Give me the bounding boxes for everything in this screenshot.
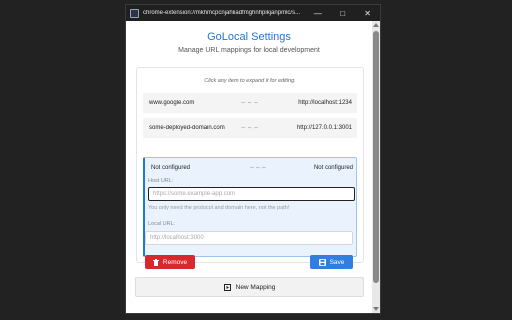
minimize-button[interactable]: — — [305, 5, 330, 21]
floppy-disk-icon — [318, 258, 326, 266]
mapping-local: http://127.0.0.1:3001 — [296, 125, 352, 131]
editor-header[interactable]: Not configured ⇔⇔⇔ Not configured — [151, 165, 353, 171]
settings-content: GoLocal Settings Manage URL mappings for… — [126, 21, 372, 313]
mapping-host: www.google.com — [149, 100, 195, 106]
local-url-input[interactable]: http://localhost:3000 — [145, 231, 353, 245]
mapping-item[interactable]: www.google.com ⇔⇔⇔ http://localhost:1234 — [143, 93, 357, 113]
popup-window: chrome-extension://mkhmcpcnjahliadfmghnh… — [125, 4, 381, 314]
host-url-label: Host URL: — [148, 178, 174, 184]
save-label: Save — [329, 258, 345, 266]
scrollbar[interactable] — [372, 21, 380, 313]
title-bar: chrome-extension://mkhmcpcnjahliadfmghnh… — [126, 5, 380, 21]
host-url-help: You only need the protocol and domain he… — [148, 205, 290, 211]
remove-label: Remove — [162, 258, 188, 266]
mapping-host: some-deployed-domain.com — [149, 125, 225, 131]
remove-button[interactable]: Remove — [145, 255, 195, 269]
add-icon — [223, 283, 231, 291]
extension-icon — [130, 8, 139, 18]
host-url-input[interactable]: https://some.example-app.com — [148, 187, 355, 201]
window-url: chrome-extension://mkhmcpcnjahliadfmghnh… — [143, 10, 301, 16]
trash-icon — [152, 258, 159, 266]
maximize-button[interactable]: □ — [330, 5, 355, 21]
mapping-arrow-icon: ⇔⇔⇔ — [240, 100, 260, 106]
scroll-down-arrow-icon[interactable] — [373, 307, 379, 311]
editor-local-display: Not configured — [313, 165, 353, 171]
edit-hint: Click any item to expand it for editing. — [204, 78, 296, 84]
new-mapping-button[interactable]: New Mapping — [135, 277, 364, 297]
local-url-label: Local URL: — [148, 221, 176, 227]
save-button[interactable]: Save — [310, 255, 353, 269]
editor-host-display: Not configured — [151, 165, 191, 171]
new-mapping-label: New Mapping — [235, 283, 276, 291]
mapping-local: http://localhost:1234 — [298, 100, 352, 106]
close-button[interactable]: ✕ — [355, 5, 380, 21]
mapping-item[interactable]: some-deployed-domain.com ⇔⇔⇔ http://127.… — [143, 118, 357, 138]
mapping-arrow-icon: ⇔⇔⇔ — [240, 125, 260, 131]
scroll-up-arrow-icon[interactable] — [373, 23, 379, 27]
page-subtitle: Manage URL mappings for local developmen… — [178, 47, 320, 54]
page-title: GoLocal Settings — [207, 31, 291, 43]
mapping-arrow-icon: ⇔⇔⇔ — [249, 165, 267, 171]
scrollbar-thumb[interactable] — [373, 31, 379, 283]
